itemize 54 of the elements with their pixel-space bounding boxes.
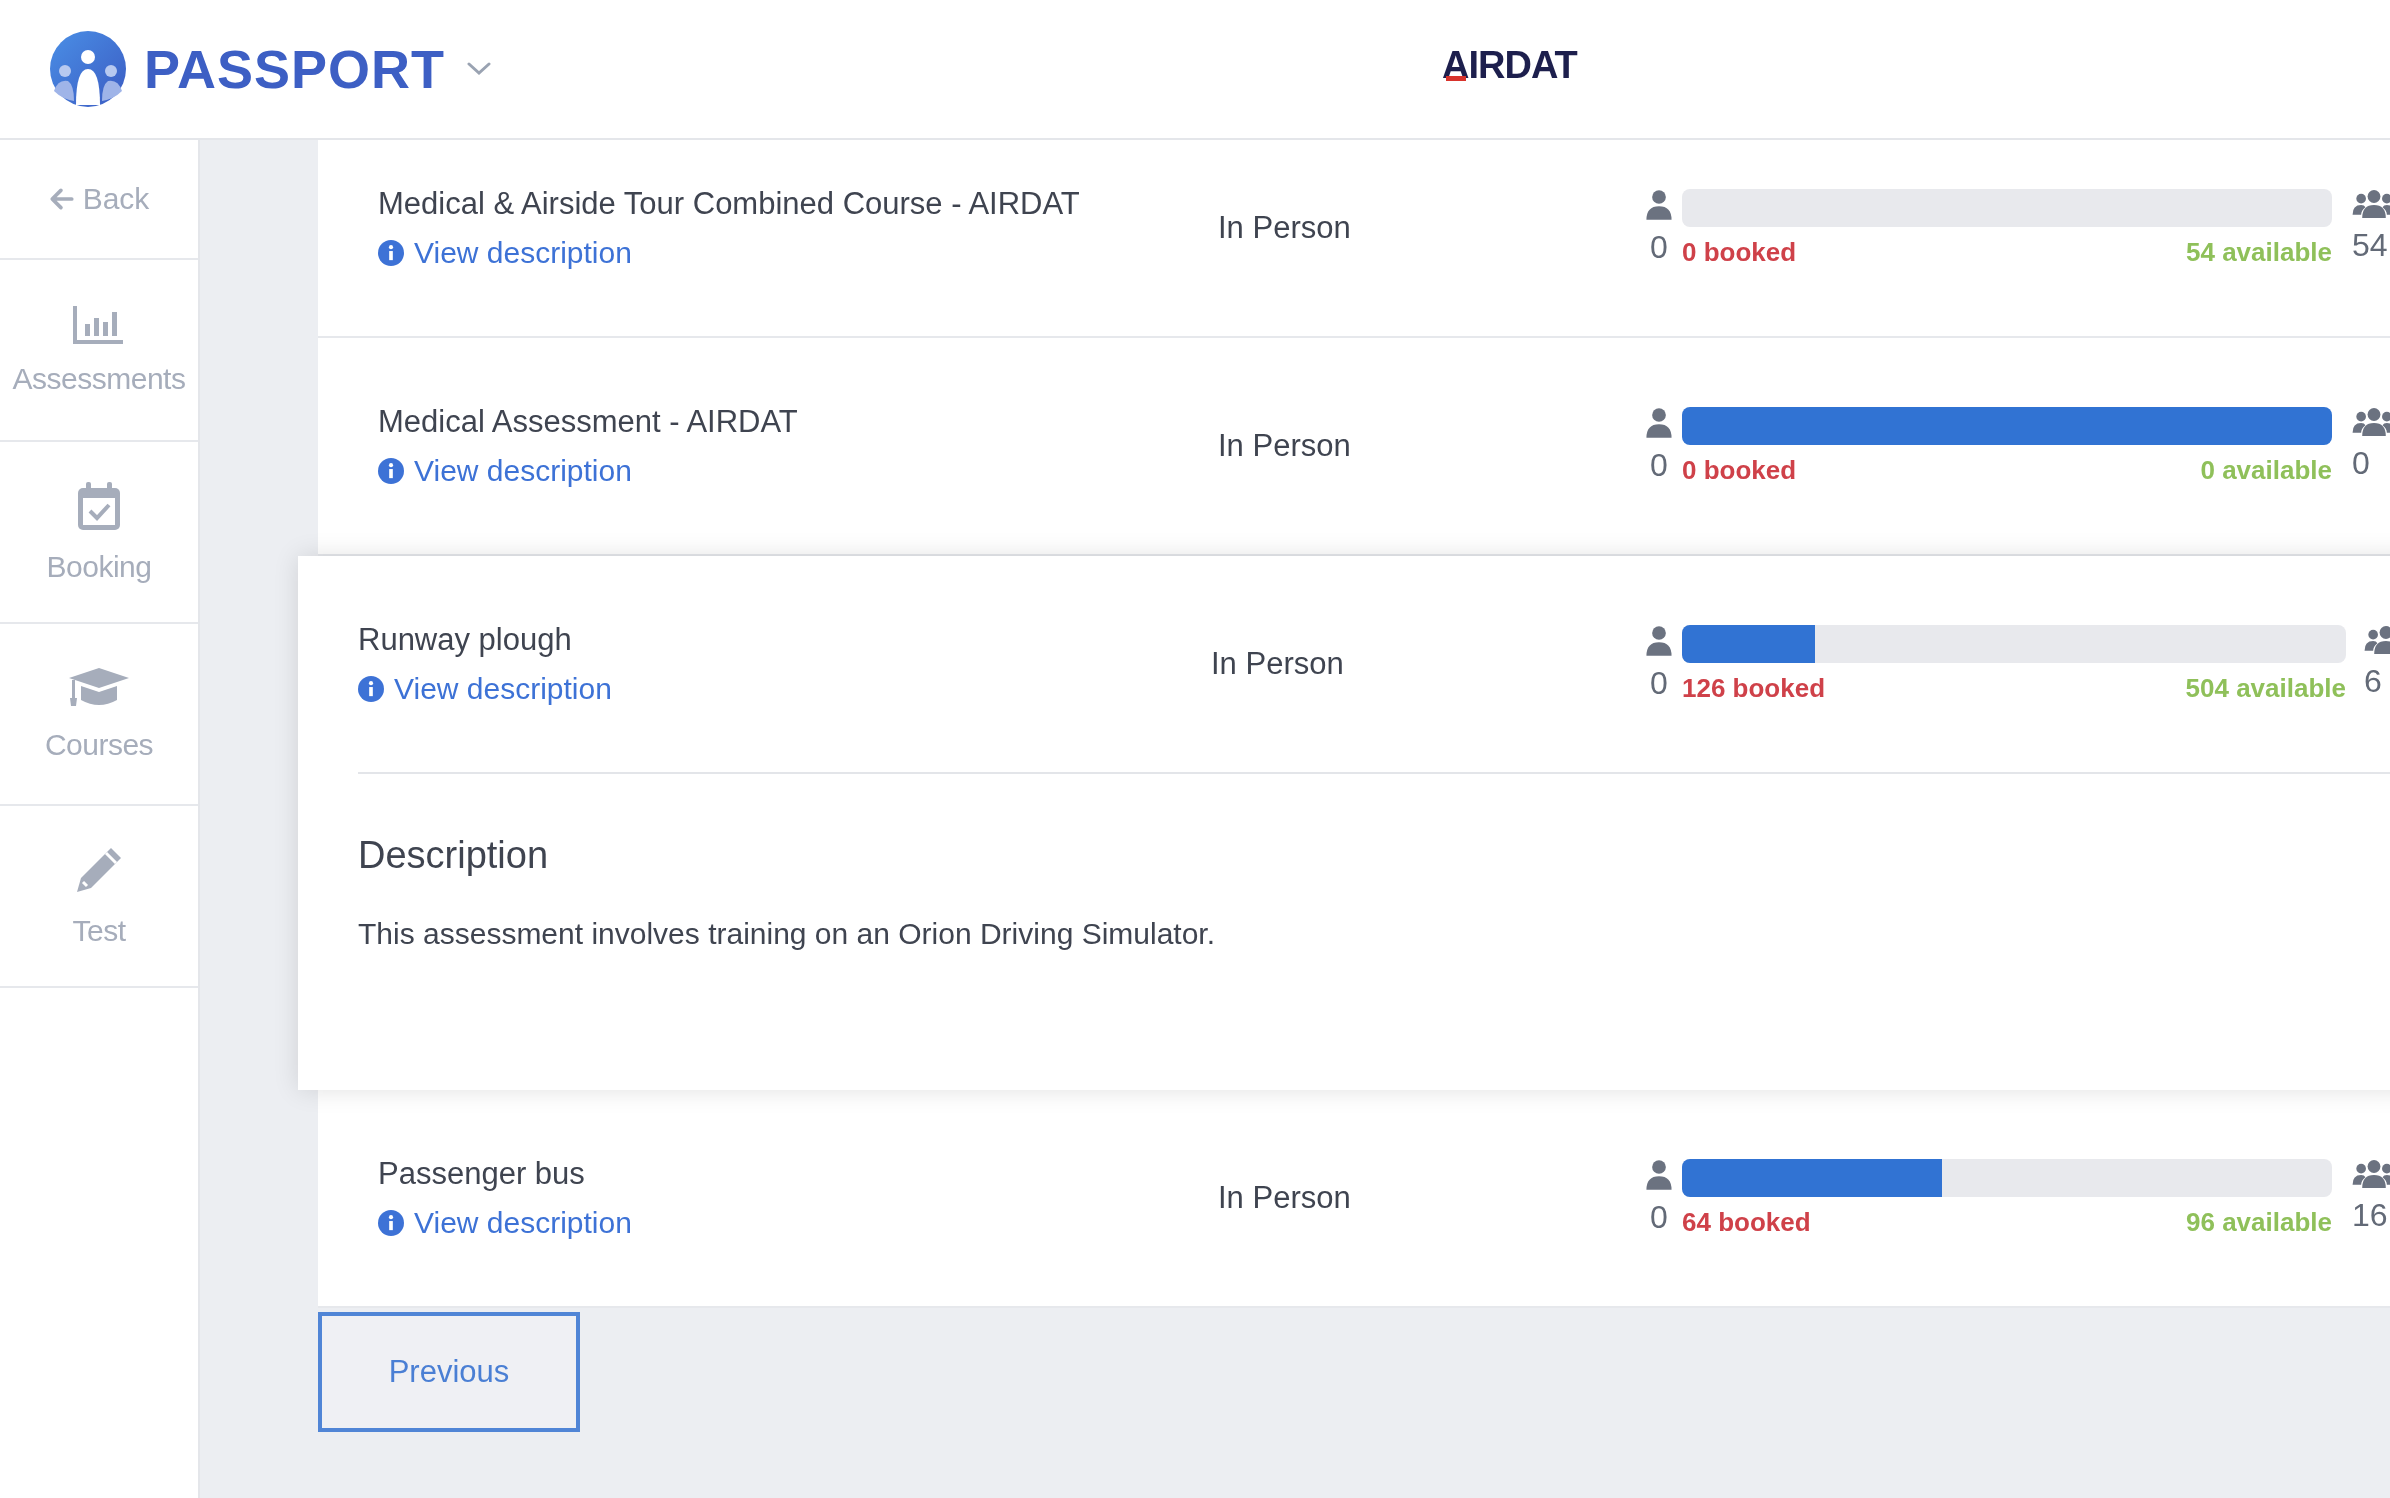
capacity-count: 6 [2364, 662, 2382, 700]
minimum-count: 0 [1650, 228, 1668, 266]
chevron-down-icon[interactable] [467, 62, 492, 76]
previous-button[interactable]: Previous [318, 1312, 580, 1432]
group-icon [2352, 188, 2390, 219]
info-icon [378, 458, 404, 484]
delivery-mode: In Person [1218, 428, 1352, 464]
course-title: Medical Assessment - AIRDAT [378, 404, 799, 440]
capacity-count: 54 [2352, 226, 2388, 264]
partner-logo: AIRDAT [1442, 44, 1577, 87]
description-text: This assessment involves training on an Orion Driving Simulator. [358, 917, 1217, 951]
person-icon [1645, 624, 1673, 657]
sidebar-item[interactable]: Courses [0, 624, 198, 806]
course-title: Passenger bus [378, 1156, 586, 1192]
group-icon [2352, 406, 2390, 437]
available-count: 504 available [2185, 672, 2346, 704]
course-title: Medical & Airside Tour Combined Course - AIRDAT [378, 186, 1081, 222]
booked-count: 64 booked [1682, 1206, 1811, 1238]
delivery-mode: In Person [1218, 210, 1352, 246]
available-count: 54 available [2186, 236, 2332, 268]
minimum-count: 0 [1650, 664, 1668, 702]
booked-count: 0 booked [1682, 236, 1797, 268]
sidebar-item[interactable]: Booking [0, 442, 198, 624]
booked-count: 0 booked [1682, 454, 1797, 486]
view-description-link[interactable]: View description [378, 454, 632, 488]
info-icon [358, 676, 384, 702]
description-heading: Description [358, 834, 550, 877]
bar-chart-icon [73, 304, 125, 344]
view-description-link[interactable]: View description [378, 236, 632, 270]
arrow-left-icon [48, 186, 75, 212]
course-title: Runway plough [358, 622, 573, 658]
group-icon [2352, 1158, 2390, 1189]
info-icon [378, 1210, 404, 1236]
person-icon [1645, 1158, 1673, 1191]
available-count: 0 available [2200, 454, 2332, 486]
sidebar-item[interactable]: Assessments [0, 260, 198, 442]
delivery-mode: In Person [1218, 1180, 1352, 1216]
delivery-mode: In Person [1210, 646, 1345, 682]
calendar-check-icon [76, 480, 122, 532]
view-description-link[interactable]: View description [358, 672, 612, 706]
minimum-count: 0 [1650, 446, 1668, 484]
capacity-count: 0 [2352, 444, 2370, 482]
person-icon [1645, 406, 1673, 439]
sidebar-item[interactable]: Test [0, 806, 198, 988]
people-logo-icon [48, 29, 128, 109]
available-count: 96 available [2186, 1206, 2332, 1238]
person-icon [1645, 188, 1673, 221]
back-link[interactable]: Back [0, 140, 198, 260]
capacity-count: 16 [2352, 1196, 2388, 1234]
minimum-count: 0 [1650, 1198, 1668, 1236]
info-icon [378, 240, 404, 266]
brand-name[interactable]: PASSPORT [144, 38, 446, 100]
view-description-link[interactable]: View description [378, 1206, 632, 1240]
booked-count: 126 booked [1682, 672, 1826, 704]
